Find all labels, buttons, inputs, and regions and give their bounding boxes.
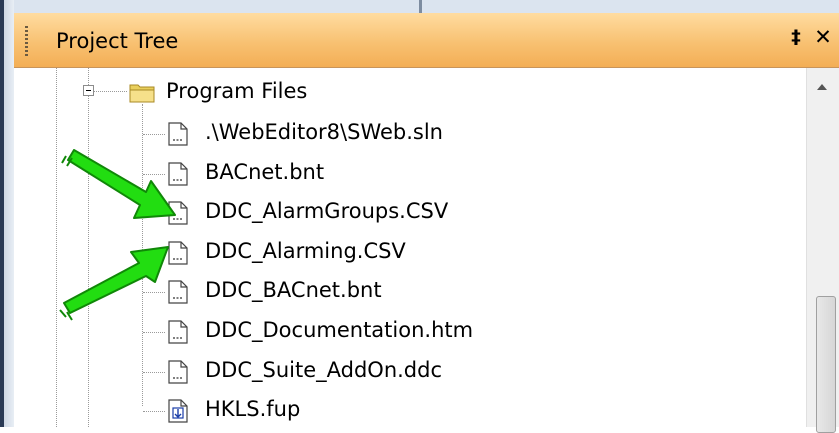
tree-guide-line [56,68,57,427]
pin-icon[interactable]: ‡ [786,25,806,49]
left-dock-edge [0,0,14,427]
tree-file-item[interactable]: BACnet.bnt [167,159,487,193]
tree-file-item[interactable]: DDC_Alarming.CSV [167,238,487,272]
tree-file-item[interactable]: DDC_BACnet.bnt [167,277,487,311]
tree-file-label: HKLS.fup [205,397,301,421]
tree-folder-label[interactable]: Program Files [166,79,307,103]
panel-titlebar[interactable]: Project Tree ‡ ✕ [14,13,839,68]
close-icon[interactable]: ✕ [811,25,835,49]
tree-guide-line [143,134,165,135]
document-icon [168,241,188,265]
tree-guide-line [94,91,127,92]
tree-guide-line [143,332,165,333]
tree-guide-line [143,253,165,254]
document-icon [168,320,188,344]
tree-file-label: DDC_Suite_AddOn.ddc [205,358,443,382]
document-icon [168,360,188,384]
tree-guide-line [143,213,165,214]
tree-guide-line [142,104,143,406]
tree-file-item[interactable]: HKLS.fup [167,396,487,430]
tree-guide-line [88,96,89,427]
tree-guide-line [88,68,89,85]
tree-guide-line [143,292,165,293]
tree-file-item[interactable]: .\WebEditor8\SWeb.sln [167,119,487,153]
scroll-up-arrow-icon[interactable] [807,68,839,106]
document-icon [168,122,188,146]
tree-file-item[interactable]: DDC_Documentation.htm [167,317,487,351]
tree-guide-line [143,411,165,412]
tree-file-label: .\WebEditor8\SWeb.sln [205,120,443,144]
top-toolbar-strip [14,0,839,13]
panel-title: Project Tree [56,29,179,53]
document-icon [168,201,188,225]
tree-guide-line [143,174,165,175]
tree-guide-line [143,372,165,373]
function-plan-icon [168,399,188,423]
drag-grip-icon[interactable] [25,26,28,56]
scroll-thumb[interactable] [816,296,836,433]
document-icon [168,162,188,186]
tree-file-label: DDC_Documentation.htm [205,318,474,342]
document-icon [168,280,188,304]
tree-file-item[interactable]: DDC_Suite_AddOn.ddc [167,357,487,391]
collapse-toggle-icon[interactable] [83,85,94,96]
tree-file-label: BACnet.bnt [205,160,325,184]
vertical-scrollbar[interactable] [806,68,839,433]
tree-file-label: DDC_BACnet.bnt [205,278,382,302]
tree-file-label: DDC_Alarming.CSV [205,239,406,263]
folder-icon [129,84,155,103]
tree-file-item[interactable]: DDC_AlarmGroups.CSV [167,198,487,232]
toolbar-separator [419,0,422,13]
tree-file-label: DDC_AlarmGroups.CSV [205,199,449,223]
